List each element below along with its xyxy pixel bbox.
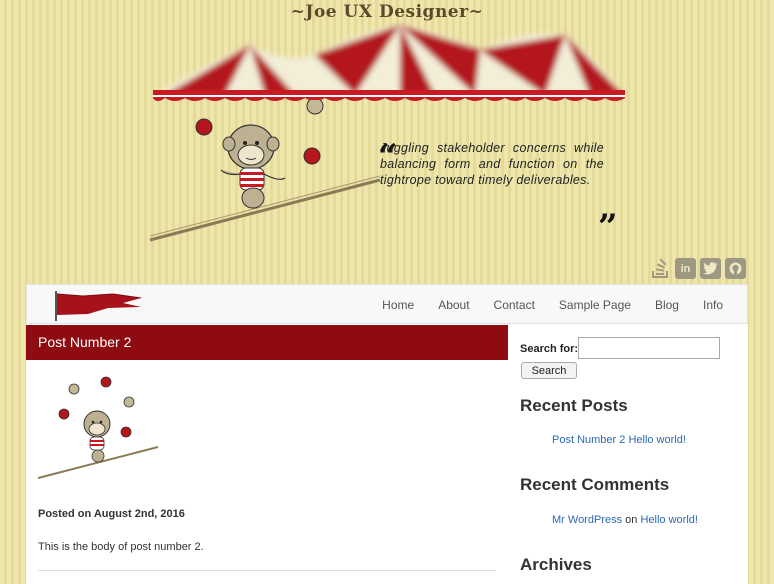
twitter-icon[interactable] [700,258,721,279]
search-button[interactable]: Search [521,362,577,379]
search-label: Search for: [520,343,579,355]
nav-sample-page[interactable]: Sample Page [559,298,631,312]
site-title[interactable]: ~Joe UX Designer~ [0,2,774,22]
stackoverflow-icon[interactable] [650,258,671,279]
post-date: Posted on August 2nd, 2016 [38,508,185,520]
content-area: Post Number 2 Posted on August 2nd, 2016… [26,324,748,584]
archives-title: Archives [520,555,592,574]
social-links: in [650,258,746,279]
post-divider [38,570,496,571]
recent-post-link[interactable]: Post Number 2 [552,434,625,446]
github-icon[interactable] [725,258,746,279]
tagline-quote: Juggling stakeholder concerns while bala… [380,141,604,187]
comment-on-text: on [625,514,638,526]
quote-close-mark: ” [598,207,618,247]
recent-comment-item: Mr WordPress on Hello world! [552,514,698,526]
juggling-monkey-illustration [149,100,381,242]
recent-posts-title: Recent Posts [520,396,628,415]
comment-post-link[interactable]: Hello world! [640,514,697,526]
nav-contact[interactable]: Contact [494,298,535,312]
nav-blog[interactable]: Blog [655,298,679,312]
circus-tent-illustration [153,25,625,101]
main-navbar: Home About Contact Sample Page Blog Info [26,284,748,324]
search-input[interactable] [578,337,720,359]
primary-nav: Home About Contact Sample Page Blog Info [358,285,723,325]
comment-author-link[interactable]: Mr WordPress [552,514,622,526]
post-featured-image[interactable] [38,374,160,482]
post-body: This is the body of post number 2. [38,541,204,553]
post-title[interactable]: Post Number 2 [26,325,508,360]
recent-posts-list: Post Number 2 Hello world! [552,434,686,446]
nav-info[interactable]: Info [703,298,723,312]
recent-post-link[interactable]: Hello world! [628,434,685,446]
sidebar: Search for: Search Recent Posts Post Num… [520,324,748,584]
flag-logo-icon[interactable] [53,291,143,321]
hero-banner [145,20,635,250]
nav-about[interactable]: About [438,298,469,312]
linkedin-icon[interactable]: in [675,258,696,279]
recent-comments-title: Recent Comments [520,475,670,494]
nav-home[interactable]: Home [382,298,414,312]
